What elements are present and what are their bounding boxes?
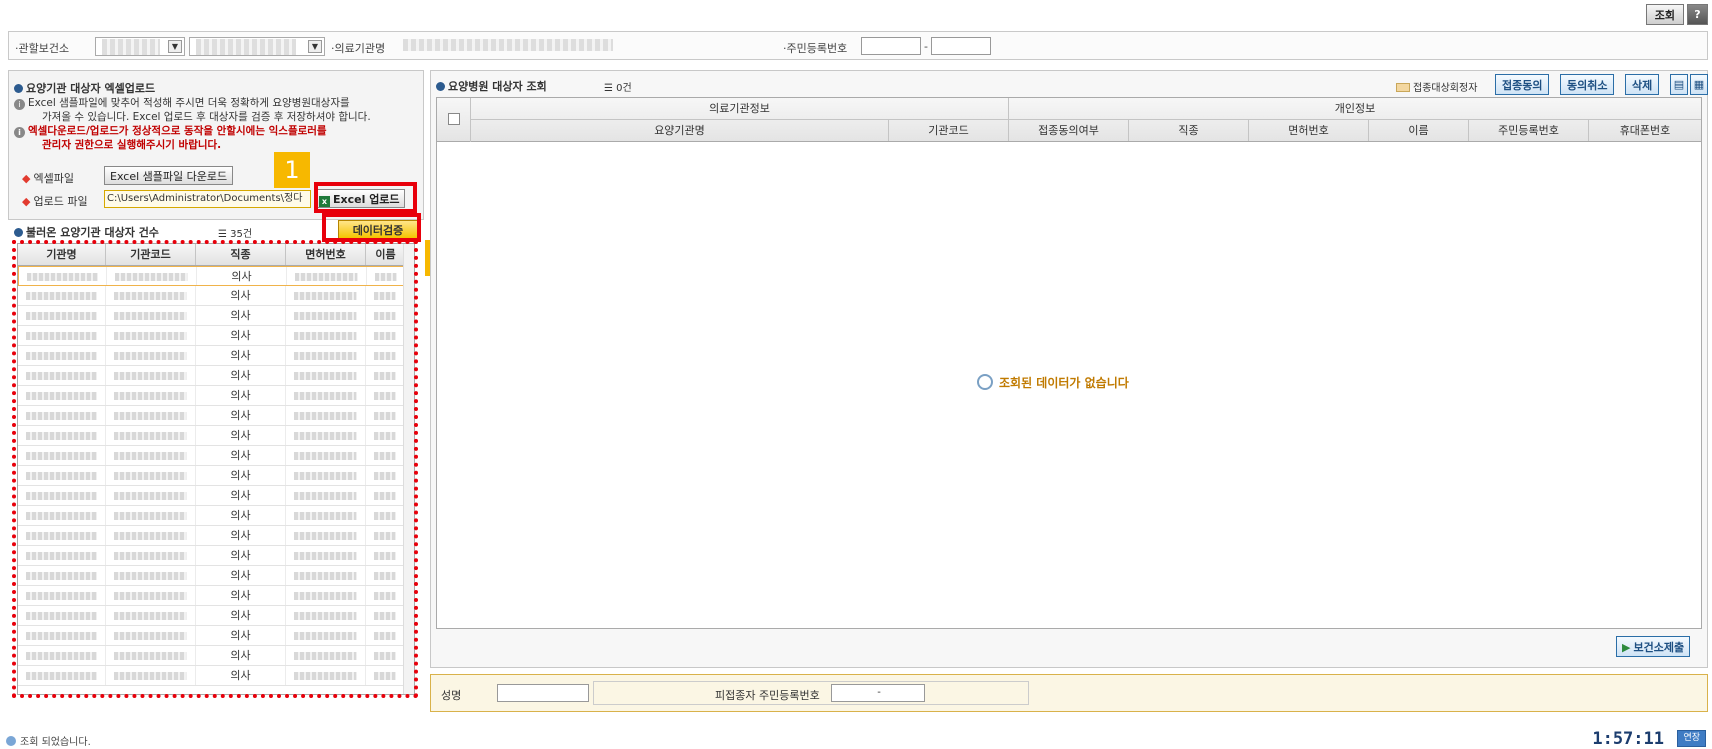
right-panel-title: 요양병원 대상자 조회 [436, 78, 547, 94]
col-header: 이름 [1369, 120, 1469, 141]
annotation-badge-1: 1 [274, 152, 310, 188]
magnifier-icon [977, 374, 993, 390]
patient-grid: 의료기관정보 개인정보 요양기관명 기관코드 접종동의여부 직종 면허번호 이름… [436, 97, 1702, 629]
submit-icon: ▶ [1622, 640, 1631, 654]
upload-file-label: ◆ 업로드 파일 [22, 195, 88, 208]
health-center-select[interactable]: ▼ [95, 37, 185, 56]
group-header-institution: 의료기관정보 [471, 98, 1009, 120]
col-header: 면허번호 [1249, 120, 1369, 141]
loaded-panel-title: 불러온 요양기관 대상자 건수 [14, 224, 159, 240]
health-center-label: ·관할보건소 [15, 42, 70, 55]
name-label: 성명 [441, 689, 462, 702]
col-header: 휴대폰번호 [1619, 124, 1671, 137]
col-header: 요양기관명 [471, 120, 889, 141]
upload-info-2: i 엑셀다운로드/업로드가 정상적으로 동작을 안할시에는 익스플로러를 관리자 … [14, 124, 327, 152]
resident-no-label: ·주민등록번호 [783, 42, 848, 55]
form-frame [593, 681, 1029, 705]
empty-message: 조회된 데이터가 없습니다 [977, 374, 1129, 391]
search-button[interactable]: 조회 [1645, 4, 1684, 25]
excel-file-label: ◆ 엑셀파일 [22, 172, 74, 185]
delete-button[interactable]: 삭제 [1625, 74, 1660, 95]
top-toolbar: 조회 ? [1645, 4, 1708, 25]
right-count: ☰ 0건 [604, 83, 632, 94]
resident-no-front-input[interactable] [861, 37, 921, 55]
consent-button[interactable]: 접종동의 [1495, 74, 1550, 95]
col-header: 기관코드 [889, 120, 1009, 141]
resident-no-separator: - [924, 40, 928, 53]
resident-no-back-input[interactable] [931, 37, 991, 55]
search-bar: ·관할보건소 ▼ ▼ ·의료기관명 ·주민등록번호 - [8, 31, 1708, 60]
help-button[interactable]: ? [1687, 4, 1708, 25]
col-header: 직종 [1129, 120, 1249, 141]
loaded-count: ☰ 35건 [218, 229, 253, 240]
legend-swatch-icon [1396, 83, 1410, 92]
chevron-down-icon: ▼ [308, 40, 322, 53]
annotation-box-1 [314, 182, 417, 213]
annotation-box-verify [322, 213, 421, 242]
status-icon [6, 736, 16, 746]
col-header: 주민등록번호 [1469, 120, 1589, 141]
excel-icon[interactable]: ▦ [1690, 74, 1708, 95]
section-bullet-icon [14, 84, 23, 93]
export-icon[interactable]: ▤ [1670, 74, 1688, 95]
list-icon: ☰ [604, 83, 617, 94]
section-bullet-icon [14, 228, 23, 237]
list-icon: ☰ [218, 229, 231, 240]
institution-name-value [403, 39, 613, 51]
submit-to-health-center-button[interactable]: ▶ 보건소제출 [1616, 636, 1691, 657]
legend: 접종대상회정자 [1396, 79, 1477, 94]
name-input[interactable] [497, 684, 589, 702]
bottom-form: 성명 피접종자 주민등록번호 - [430, 674, 1708, 712]
cancel-consent-button[interactable]: 동의취소 [1560, 74, 1615, 95]
status-message: 조회 되었습니다. [6, 733, 91, 748]
info-icon: i [14, 127, 25, 138]
sample-download-button[interactable]: Excel 샘플파일 다운로드 [104, 166, 234, 185]
upload-file-path-input[interactable]: C:\Users\Administrator\Documents\정다 [104, 190, 311, 208]
info-icon: i [14, 99, 25, 110]
select-all-checkbox[interactable] [437, 98, 471, 142]
upload-panel-title: 요양기관 대상자 엑셀업로드 [14, 80, 155, 96]
health-center-sub-select[interactable]: ▼ [189, 37, 325, 56]
annotation-box-2 [12, 240, 418, 698]
group-header-personal: 개인정보 [1009, 98, 1701, 120]
extend-session-button[interactable]: 연장 [1677, 730, 1706, 747]
session-timer: 1:57:11 [1592, 729, 1664, 749]
patient-grid-header: 의료기관정보 개인정보 요양기관명 기관코드 접종동의여부 직종 면허번호 이름… [437, 98, 1701, 142]
col-header: 접종동의여부 [1009, 120, 1129, 141]
chevron-down-icon: ▼ [168, 40, 182, 53]
upload-info-1: i Excel 샘플파일에 맞추어 적성해 주시면 더욱 정확하게 요양병원대상자… [14, 96, 371, 124]
section-bullet-icon [436, 82, 445, 91]
institution-name-label: ·의료기관명 [331, 42, 386, 55]
